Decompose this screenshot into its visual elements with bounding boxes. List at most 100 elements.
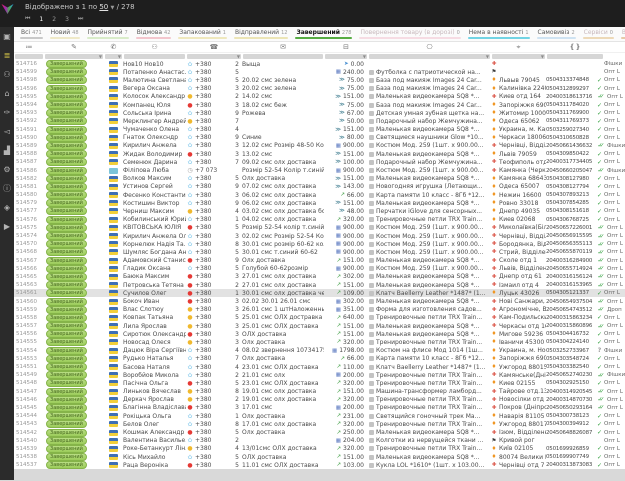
order-row-514579[interactable]: 514579ЗавершенийКостишин Виктор✩+380906.…: [14, 199, 625, 207]
last-page-button[interactable]: ⏭: [78, 15, 83, 23]
order-row-514549[interactable]: 514549ЗавершенийВоробйов Микола✩+380221.…: [14, 371, 625, 379]
order-row-514546[interactable]: 514546ЗавершенийДеркач Ярослав●+380219.0…: [14, 396, 625, 404]
order-row-514593[interactable]: 514593ЗавершенийСольська Ірина✩+3809Роже…: [14, 109, 625, 117]
settings-icon[interactable]: ⚙: [0, 160, 14, 179]
clients-icon[interactable]: ⚇: [0, 65, 14, 84]
client-icon[interactable]: ⚇: [123, 42, 186, 52]
tab-відмова[interactable]: Відмова42: [136, 27, 172, 39]
filter-input-payment[interactable]: ▼: [325, 54, 367, 59]
tasks-icon[interactable]: ✑: [0, 103, 14, 122]
order-row-514589[interactable]: 514589ЗавершенийКирилич Анжела✩+380312.0…: [14, 142, 625, 150]
order-row-514594[interactable]: 514594ЗавершенийКомпанец Юля●+380318.02 …: [14, 101, 625, 109]
order-row-514537[interactable]: 514537ЗавершенийРаца Вероніка●+380511.01…: [14, 461, 625, 469]
filter-input-order-id[interactable]: [15, 54, 43, 59]
app-logo-icon[interactable]: [1, 3, 14, 15]
comment-icon[interactable]: ✉: [242, 42, 324, 52]
order-row-514582[interactable]: 514582ЗавершенийВолков Максим✩+3805Олх д…: [14, 175, 625, 183]
order-row-514570[interactable]: 514570ЗавершенийКорнелюк Надія Та...✩+38…: [14, 240, 625, 248]
order-row-514576[interactable]: 514576ЗавершенийКобилинський Юрий✩+38010…: [14, 216, 625, 224]
per-page-select[interactable]: 50: [99, 3, 108, 11]
order-row-514542[interactable]: 514542ЗавершенийКошмак Александр●+3805Ол…: [14, 428, 625, 436]
order-row-514599[interactable]: 514599ЗавершенийПотапенко Анастас...✩+38…: [14, 68, 625, 76]
order-row-514538[interactable]: 514538ЗавершенийКісь Михайло✩+3805ОЛХ до…: [14, 453, 625, 461]
dashboard-icon[interactable]: ▣: [0, 27, 14, 46]
filter-input-phone[interactable]: ▼: [187, 54, 241, 59]
order-row-514591[interactable]: 514591ЗавершенийЧумаченко Олена✩+3804≫15…: [14, 126, 625, 134]
order-row-514575[interactable]: 514575ЗавершенийКВІТОВСЬКА ЮЛІЯ●+3805Роз…: [14, 224, 625, 232]
tab-всі[interactable]: Всі471: [20, 27, 43, 39]
page-button-1[interactable]: 1: [39, 16, 43, 23]
order-row-514539[interactable]: 514539ЗавершенийРоке-Бетанкурт Лін...●+3…: [14, 445, 625, 453]
video-icon[interactable]: ▶: [0, 217, 14, 236]
order-row-514557[interactable]: 514557ЗавершенийЛила Ярослав●+380325.01 …: [14, 322, 625, 330]
tab-відправлений[interactable]: Відправлений12: [234, 27, 289, 39]
filter-input-country[interactable]: ▼: [105, 54, 122, 59]
product-icon[interactable]: ⎔: [368, 42, 491, 52]
order-row-514586[interactable]: 514586ЗавершенийФіліпова Люба◷+7 073Розм…: [14, 166, 625, 174]
info-icon[interactable]: ⓘ: [0, 179, 14, 198]
tab-прийнятий[interactable]: Прийнятий7: [87, 27, 129, 39]
order-row-514567[interactable]: 514567ЗавершенийАдамовский Станис...●+38…: [14, 257, 625, 265]
tab-повернення-товару-(в-дорозі)[interactable]: Повернення товару (в дорозі)0: [359, 27, 460, 39]
order-row-514565[interactable]: 514565ЗавершенийБаюка Максим●+380327.01 …: [14, 273, 625, 281]
order-row-514555[interactable]: 514555ЗавершенийНовосад Олеся●+3803Олх д…: [14, 338, 625, 346]
order-row-514556[interactable]: 514556ЗавершенийСиротюк Олександр●+3803О…: [14, 330, 625, 338]
order-row-514580[interactable]: 514580ЗавершенийФесенко Константин✩+3803…: [14, 191, 625, 199]
tab-запакований[interactable]: Запакований1: [178, 27, 227, 39]
filter-input-tracking[interactable]: [547, 54, 603, 59]
order-row-514716[interactable]: 514716ЗавершенийНов10 Нов10✩+3802Выща➤0.…: [14, 60, 625, 68]
order-row-514574[interactable]: 514574ЗавершенийКирилич Анжела Ол...✩+38…: [14, 232, 625, 240]
phone-icon[interactable]: ☎: [186, 42, 242, 52]
order-row-514588[interactable]: 514588ЗавершенийЖидак Володимир●+380313.…: [14, 150, 625, 158]
order-row-514559[interactable]: 514559ЗавершенийВлас Слотюу●+380326.01 с…: [14, 306, 625, 314]
money-icon[interactable]: ⊟: [324, 42, 368, 52]
warehouse-icon[interactable]: ⌂: [0, 84, 14, 103]
tab-сервіси[interactable]: Сервіси0: [583, 27, 614, 39]
tab-нема-в-наявності[interactable]: Нема в наявності1: [468, 27, 530, 39]
order-row-514558[interactable]: 514558ЗавершенийКовпак Татьяна●+380525.0…: [14, 314, 625, 322]
order-row-514540[interactable]: 514540ЗавершенийВалентина Василье...✩+38…: [14, 437, 625, 445]
page-button-2[interactable]: 2: [52, 16, 56, 23]
order-row-514587[interactable]: 514587ЗавершенийСеменюк Дарина✩+380709.0…: [14, 158, 625, 166]
order-row-514547[interactable]: 514547ЗавершенийЛиньков Вячеслав●+380819…: [14, 388, 625, 396]
tracking-icon[interactable]: ❴❵: [546, 42, 604, 52]
order-row-514553[interactable]: 514553ЗавершенийРудько Наталья✩+3807Олх …: [14, 355, 625, 363]
filter-input-client[interactable]: [124, 54, 185, 59]
order-row-514543[interactable]: 514543ЗавершенийБелов Олег✩+380817.01 см…: [14, 420, 625, 428]
order-row-514598[interactable]: 514598ЗавершенийМалютина Светлана✩+38052…: [14, 76, 625, 84]
first-page-button[interactable]: ⏮: [25, 15, 30, 23]
status-icon[interactable]: ✎: [44, 42, 104, 52]
order-row-514595[interactable]: 514595ЗавершенийКолосок Александр●+38021…: [14, 93, 625, 101]
country-icon[interactable]: ✆: [104, 42, 123, 52]
order-row-514568[interactable]: 514568ЗавершенийШумляс Богдана Ан...✩+38…: [14, 248, 625, 256]
order-row-514592[interactable]: 514592ЗавершенийМерклингер Андрей●+3807≫…: [14, 117, 625, 125]
tab-самовивіз[interactable]: Самовивіз2: [537, 27, 576, 39]
marketing-icon[interactable]: ◅: [0, 122, 14, 141]
order-row-514596[interactable]: 514596ЗавершенийВегера Оксана✩+380320.02…: [14, 85, 625, 93]
orders-icon[interactable]: ≣: [0, 46, 14, 65]
list-icon[interactable]: ≔: [14, 42, 44, 52]
order-row-514590[interactable]: 514590ЗавершенийГнаток Олексндр✩+3809Син…: [14, 134, 625, 142]
order-row-514563[interactable]: 514563ЗавершенийПетровська Тетяна●+38022…: [14, 281, 625, 289]
support-icon[interactable]: ◈: [0, 198, 14, 217]
order-row-514560[interactable]: 514560ЗавершенийБокоч Иван●+380302.02 30…: [14, 297, 625, 305]
filter-input-status[interactable]: ▼: [45, 54, 103, 59]
filter-input-comment[interactable]: [243, 54, 323, 59]
order-row-514544[interactable]: 514544ЗавершенийРокіцька Ольга✩+3801Олх …: [14, 412, 625, 420]
order-row-514554[interactable]: 514554ЗавершенийДацюк Віра Сергіївна✩+38…: [14, 347, 625, 355]
order-row-514548[interactable]: 514548ЗавершенийПасічна Ольга●+380523.01…: [14, 379, 625, 387]
order-row-514577[interactable]: 514577ЗавершенийЧерниш Максим●+380403.02…: [14, 207, 625, 215]
tab-в-дорозі-додому[interactable]: В дорозі додому: [621, 27, 625, 39]
tab-завершений[interactable]: Завершений278: [295, 27, 352, 39]
filter-input-address[interactable]: ▼: [492, 54, 545, 59]
order-row-514581[interactable]: 514581ЗавершенийУстинов Сергей✩+380907.0…: [14, 183, 625, 191]
location-pin-icon[interactable]: ⌖: [491, 42, 546, 52]
order-row-514566[interactable]: 514566ЗавершенийГладик Оксана✩+3805Голуб…: [14, 265, 625, 273]
page-button-3[interactable]: 3: [65, 16, 69, 23]
reports-icon[interactable]: ▟: [0, 141, 14, 160]
filter-input-product[interactable]: ▼: [369, 54, 490, 59]
order-row-514545[interactable]: 514545ЗавершенийБлагінна Владіслава●+380…: [14, 404, 625, 412]
order-row-514551[interactable]: 514551ЗавершенийБасова Наталя✩+380423.01…: [14, 363, 625, 371]
order-row-514561[interactable]: 514561ЗавершенийСучилов Олег●+380130.01 …: [14, 289, 625, 297]
tab-новий[interactable]: Новий48: [50, 27, 80, 39]
